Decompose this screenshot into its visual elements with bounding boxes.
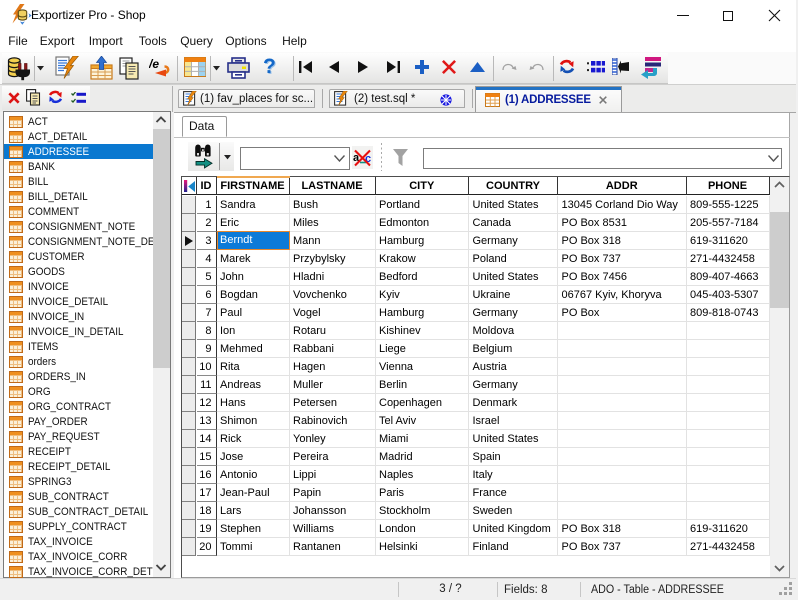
- svg-text:/e: /e: [149, 57, 159, 71]
